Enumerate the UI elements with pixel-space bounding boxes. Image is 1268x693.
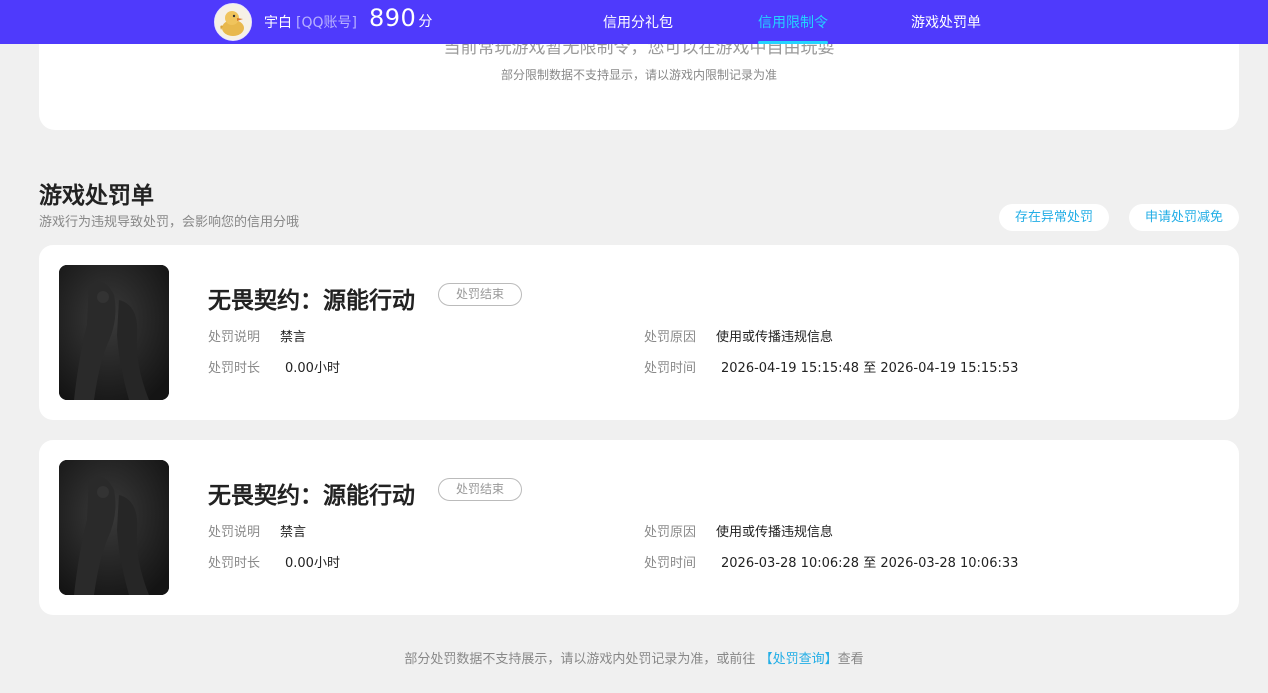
abnormal-penalty-button[interactable]: 存在异常处罚 bbox=[999, 204, 1109, 231]
score-value: 890 bbox=[369, 4, 417, 32]
reason-value: 使用或传播违规信息 bbox=[716, 525, 834, 540]
game-title: 无畏契约：源能行动 bbox=[208, 483, 415, 509]
game-thumbnail bbox=[59, 265, 169, 400]
duration-value: 0.00小时 bbox=[285, 556, 340, 571]
game-cover-icon bbox=[59, 265, 169, 400]
nav-credit-restriction-label: 信用限制令 bbox=[758, 15, 828, 31]
duration-value: 0.00小时 bbox=[285, 361, 340, 376]
reason-label: 处罚原因 bbox=[644, 525, 697, 540]
duration-label: 处罚时长 bbox=[208, 361, 261, 376]
game-thumbnail bbox=[59, 460, 169, 595]
footer-note-prefix: 部分处罚数据不支持展示，请以游戏内处罚记录为准，或前往 bbox=[404, 652, 756, 667]
credit-score: 890 分 bbox=[369, 4, 432, 32]
desc-label: 处罚说明 bbox=[208, 525, 261, 540]
penalty-query-link[interactable]: 【处罚查询】 bbox=[760, 652, 838, 667]
nav-credit-gift[interactable]: 信用分礼包 bbox=[603, 12, 673, 32]
reason-label: 处罚原因 bbox=[644, 330, 697, 345]
active-tab-indicator bbox=[758, 41, 828, 44]
status-badge: 处罚结束 bbox=[438, 283, 522, 306]
time-value: 2026-03-28 10:06:28 至 2026-03-28 10:06:3… bbox=[721, 556, 1019, 571]
avatar[interactable] bbox=[214, 3, 252, 41]
section-title: 游戏处罚单 bbox=[39, 183, 154, 209]
desc-value: 禁言 bbox=[280, 330, 307, 345]
apply-reduction-button[interactable]: 申请处罚减免 bbox=[1129, 204, 1239, 231]
duck-avatar-icon bbox=[215, 4, 251, 40]
top-bar: 宇白 [QQ账号] 890 分 信用分礼包 信用限制令 游戏处罚单 bbox=[0, 0, 1268, 44]
penalty-card: 无畏契约：源能行动 处罚结束 处罚说明 禁言 处罚原因 使用或传播违规信息 处罚… bbox=[39, 440, 1239, 615]
penalty-card: 无畏契约：源能行动 处罚结束 处罚说明 禁言 处罚原因 使用或传播违规信息 处罚… bbox=[39, 245, 1239, 420]
game-cover-icon bbox=[59, 460, 169, 595]
game-title: 无畏契约：源能行动 bbox=[208, 288, 415, 314]
section-subtitle: 游戏行为违规导致处罚，会影响您的信用分哦 bbox=[39, 215, 300, 230]
account-type: [QQ账号] bbox=[296, 15, 357, 31]
score-unit: 分 bbox=[418, 14, 433, 30]
desc-label: 处罚说明 bbox=[208, 330, 261, 345]
footer-note-suffix: 查看 bbox=[837, 652, 864, 667]
footer-note: 部分处罚数据不支持展示，请以游戏内处罚记录为准，或前往 【处罚查询】查看 bbox=[0, 648, 1268, 667]
restriction-note: 部分限制数据不支持显示，请以游戏内限制记录为准 bbox=[500, 68, 777, 82]
user-name-block: 宇白 [QQ账号] bbox=[264, 12, 357, 32]
nav-credit-restriction[interactable]: 信用限制令 bbox=[758, 12, 828, 44]
status-badge: 处罚结束 bbox=[438, 478, 522, 501]
time-label: 处罚时间 bbox=[644, 361, 697, 376]
user-name: 宇白 bbox=[264, 15, 292, 31]
nav-game-penalty[interactable]: 游戏处罚单 bbox=[911, 12, 981, 32]
desc-value: 禁言 bbox=[280, 525, 307, 540]
duration-label: 处罚时长 bbox=[208, 556, 261, 571]
time-value: 2026-04-19 15:15:48 至 2026-04-19 15:15:5… bbox=[721, 361, 1019, 376]
reason-value: 使用或传播违规信息 bbox=[716, 330, 834, 345]
time-label: 处罚时间 bbox=[644, 556, 697, 571]
